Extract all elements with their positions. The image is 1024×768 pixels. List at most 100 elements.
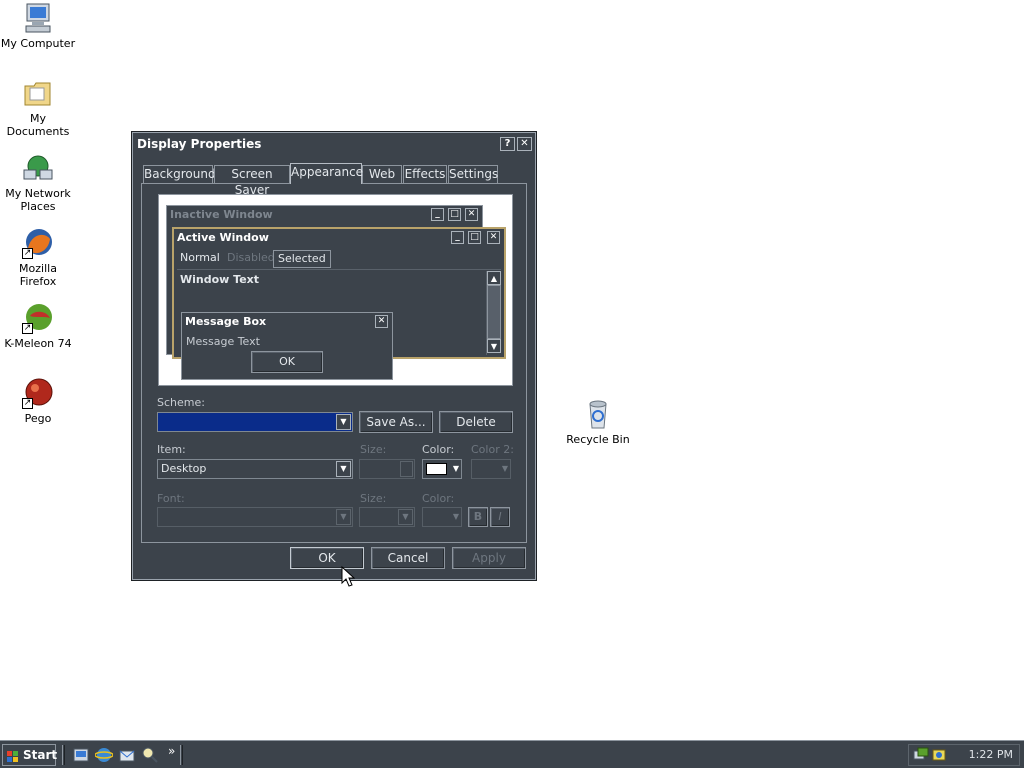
save-as-button[interactable]: Save As... [359,411,433,433]
chevron-down-icon: ▼ [398,509,413,525]
icon-label: Pego [24,412,52,425]
chevron-down-icon: ▼ [336,509,351,525]
scheme-dropdown[interactable]: ▼ [157,412,353,432]
tab-effects[interactable]: Effects [403,165,447,183]
network-icon [22,152,54,184]
desktop-icon-mozilla-firefox[interactable]: ↗ Mozilla Firefox [0,227,76,288]
search-icon[interactable] [141,746,159,764]
preview-msgbox-title: Message Box ✕ [182,313,392,331]
scrollbar-thumb [487,285,501,339]
chevron-down-icon: ▼ [452,464,459,473]
close-icon: ✕ [487,231,500,244]
help-button[interactable]: ? [500,137,515,151]
desktop-icon-recycle-bin[interactable]: Recycle Bin [560,398,636,446]
icon-label: My Computer [0,37,76,50]
recycle-bin-icon [582,398,614,430]
preview-menubar: Normal Disabled Selected [177,250,497,268]
item-color-picker[interactable]: ▼ [422,459,462,479]
icon-label: K-Meleon 74 [4,337,72,350]
preview-msgbox-text: Message Text [186,335,260,348]
icon-label: My Network Places [5,187,71,213]
preview-msgbox-ok: OK [251,351,323,373]
appearance-preview: Inactive Window _ □ ✕ Active Window _ □ … [158,194,513,386]
desktop-icon-pego[interactable]: ↗ Pego [0,377,76,425]
icon-label: Mozilla Firefox [19,262,57,288]
taskbar: Start » 1:22 PM [0,740,1024,768]
maximize-icon: □ [448,208,461,221]
chevron-down-icon: ▼ [452,512,459,521]
italic-button: I [490,507,510,527]
apply-button: Apply [452,547,526,569]
tab-appearance[interactable]: Appearance [290,163,363,184]
scheme-label: Scheme: [157,396,205,409]
maximize-icon: □ [468,231,481,244]
tab-settings[interactable]: Settings [448,165,498,183]
desktop-icon-my-documents[interactable]: My Documents [0,77,76,138]
firefox-icon: ↗ [22,227,54,259]
preview-scrollbar: ▲ ▼ [486,271,501,355]
preview-inactive-title: Inactive Window _ □ ✕ [167,206,482,224]
volume-tray-icon[interactable] [931,747,947,763]
minimize-icon: _ [431,208,444,221]
item-label: Item: [157,443,186,456]
start-button[interactable]: Start [2,744,57,766]
spinner-arrows-icon [400,461,413,477]
preview-message-box: Message Box ✕ Message Text OK [181,312,393,380]
scroll-down-icon: ▼ [487,339,501,353]
shortcut-arrow-icon: ↗ [22,323,33,334]
menu-normal: Normal [180,251,220,264]
mouse-cursor-icon [341,565,356,591]
item-size-label: Size: [360,443,387,456]
preview-window-text: Window Text [180,273,260,286]
font-color-label: Color: [422,492,455,505]
bold-button: B [468,507,488,527]
item-color2-label: Color 2: [471,443,514,456]
windows-logo-icon [7,749,19,762]
close-icon: ✕ [375,315,388,328]
taskbar-separator [62,745,65,765]
menu-selected: Selected [273,250,331,268]
color-swatch [426,463,447,475]
preview-active-title: Active Window _ □ ✕ [174,229,504,247]
outlook-express-icon[interactable] [118,746,136,764]
menu-disabled: Disabled [227,251,275,264]
scroll-up-icon: ▲ [487,271,501,285]
tab-web[interactable]: Web [362,165,402,183]
shortcut-arrow-icon: ↗ [22,398,33,409]
icon-label: Recycle Bin [566,433,630,446]
close-icon: ✕ [465,208,478,221]
taskbar-separator [180,745,183,765]
font-label: Font: [157,492,185,505]
cancel-button[interactable]: Cancel [371,547,445,569]
appearance-panel: Inactive Window _ □ ✕ Active Window _ □ … [141,183,527,543]
desktop-icon-my-computer[interactable]: My Computer [0,2,76,50]
item-color2-picker: ▼ [471,459,511,479]
item-dropdown[interactable]: Desktop ▼ [157,459,353,479]
delete-button[interactable]: Delete [439,411,513,433]
computer-icon [22,2,54,34]
internet-explorer-icon[interactable] [94,746,114,764]
chevron-down-icon[interactable]: ▼ [336,414,351,430]
network-tray-icon[interactable] [913,747,929,763]
dialog-titlebar[interactable]: Display Properties ? ✕ [133,133,535,155]
k-meleon-icon: ↗ [22,302,54,334]
item-color-label: Color: [422,443,455,456]
quick-launch-chevron[interactable]: » [168,744,175,758]
desktop-icon-my-network-places[interactable]: My Network Places [0,152,76,213]
close-button[interactable]: ✕ [517,137,532,151]
clock[interactable]: 1:22 PM [969,745,1013,765]
font-color-picker: ▼ [422,507,462,527]
show-desktop-icon[interactable] [72,746,90,764]
desktop-icon-k-meleon[interactable]: ↗ K-Meleon 74 [0,302,76,350]
item-size-spinner [359,459,415,479]
tab-background[interactable]: Background [143,165,216,183]
folder-icon [22,77,54,109]
tab-screen-saver[interactable]: Screen Saver [214,165,290,197]
icon-label: My Documents [6,112,70,138]
chevron-down-icon: ▼ [501,464,508,473]
minimize-icon: _ [451,231,464,244]
chevron-down-icon[interactable]: ▼ [336,461,351,477]
dialog-title: Display Properties [137,137,262,151]
font-size-label: Size: [360,492,387,505]
display-properties-dialog: Display Properties ? ✕ Background Screen… [132,132,536,580]
